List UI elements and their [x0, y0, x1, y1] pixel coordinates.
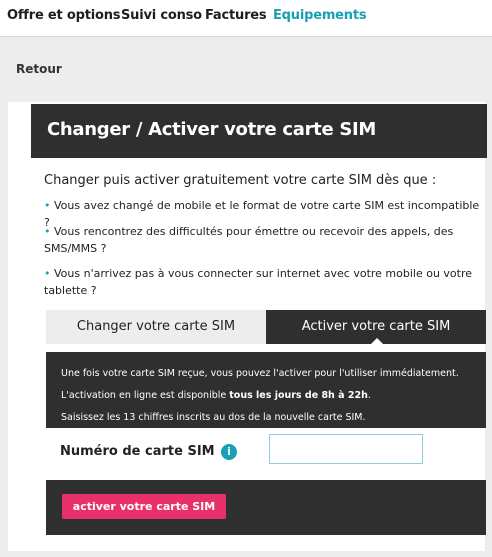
- bullet-item: • Vous n'arrivez pas à vous connecter su…: [44, 265, 484, 299]
- info-line: L'activation en ligne est disponible tou…: [61, 388, 471, 403]
- bullet-dot: •: [44, 225, 51, 238]
- page-title: Changer / Activer votre carte SIM: [47, 119, 377, 140]
- bullet-item: • Vous rencontrez des difficultés pour é…: [44, 223, 484, 257]
- nav-factures[interactable]: Factures: [205, 8, 267, 23]
- info-line-prefix: L'activation en ligne est disponible: [61, 390, 230, 401]
- bullet-text: Vous n'arrivez pas à vous connecter sur …: [44, 267, 473, 297]
- activate-sim-button[interactable]: activer votre carte SIM: [62, 494, 226, 519]
- sim-number-input[interactable]: [269, 434, 423, 464]
- info-line: Saisissez les 13 chiffres inscrits au do…: [61, 412, 366, 423]
- info-hours: tous les jours de 8h à 22h: [229, 390, 368, 401]
- info-icon[interactable]: i: [221, 444, 237, 460]
- info-line: Une fois votre carte SIM reçue, vous pou…: [61, 368, 459, 379]
- header-banner: Changer / Activer votre carte SIM: [31, 104, 487, 158]
- intro-text: Changer puis activer gratuitement votre …: [44, 173, 437, 188]
- activation-info-box: Une fois votre carte SIM reçue, vous pou…: [46, 352, 486, 428]
- info-line-suffix: .: [367, 390, 371, 401]
- sim-number-label: Numéro de carte SIM: [60, 444, 215, 459]
- action-bar: activer votre carte SIM: [46, 480, 486, 535]
- back-link[interactable]: Retour: [16, 62, 62, 76]
- bullet-dot: •: [44, 267, 51, 280]
- bullet-text: Vous rencontrez des difficultés pour éme…: [44, 225, 454, 255]
- nav-offre-et-options[interactable]: Offre et options: [7, 8, 121, 23]
- top-nav: Offre et options Suivi conso Factures Eq…: [0, 0, 492, 36]
- bullet-dot: •: [44, 199, 51, 212]
- nav-suivi-conso[interactable]: Suivi conso: [121, 8, 202, 23]
- back-bar: Retour: [0, 36, 492, 102]
- active-tab-indicator: [369, 338, 385, 346]
- tab-changer-carte-sim[interactable]: Changer votre carte SIM: [46, 310, 266, 344]
- nav-equipements[interactable]: Equipements: [273, 8, 367, 23]
